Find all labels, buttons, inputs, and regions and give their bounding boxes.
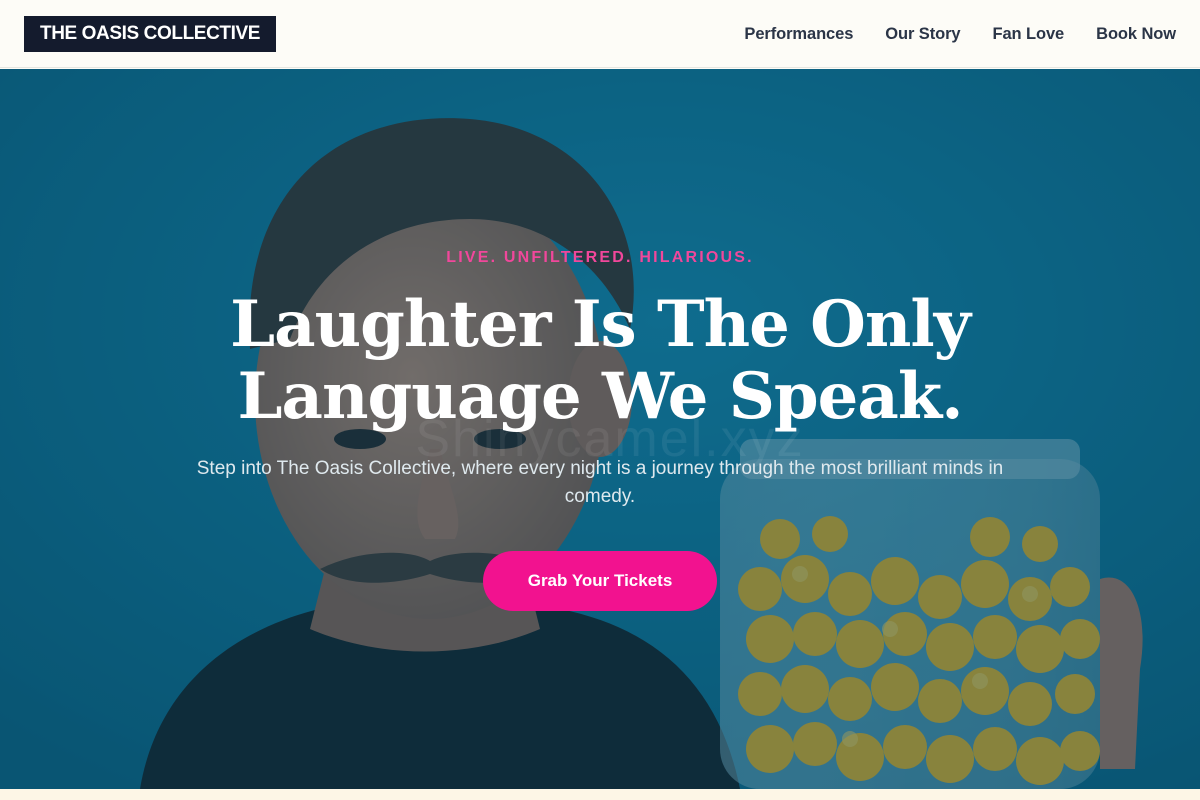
nav-link-fan-love[interactable]: Fan Love [992, 25, 1064, 44]
nav-link-our-story[interactable]: Our Story [885, 25, 960, 44]
logo-text: THE OASIS COLLECTIVE [40, 23, 261, 44]
site-logo[interactable]: THE OASIS COLLECTIVE [24, 16, 277, 52]
grab-tickets-button[interactable]: Grab Your Tickets [483, 551, 717, 611]
next-section-edge [0, 789, 1200, 800]
hero-subtitle: Step into The Oasis Collective, where ev… [196, 458, 1004, 507]
main-nav: Performances Our Story Fan Love Book Now [744, 0, 1176, 68]
hero-section: Shinycamel.xyz LIVE. UNFILTERED. HILARIO… [0, 69, 1200, 789]
hero-headline-line-1: Laughter Is The Only [230, 287, 971, 362]
site-header: THE OASIS COLLECTIVE Performances Our St… [0, 0, 1200, 68]
nav-link-book-now[interactable]: Book Now [1096, 25, 1176, 44]
hero-headline: Laughter Is The Only Language We Speak. [100, 289, 1100, 433]
nav-link-performances[interactable]: Performances [744, 25, 853, 44]
hero-eyebrow: LIVE. UNFILTERED. HILARIOUS. [446, 249, 754, 266]
hero-headline-line-2: Language We Speak. [237, 359, 964, 434]
